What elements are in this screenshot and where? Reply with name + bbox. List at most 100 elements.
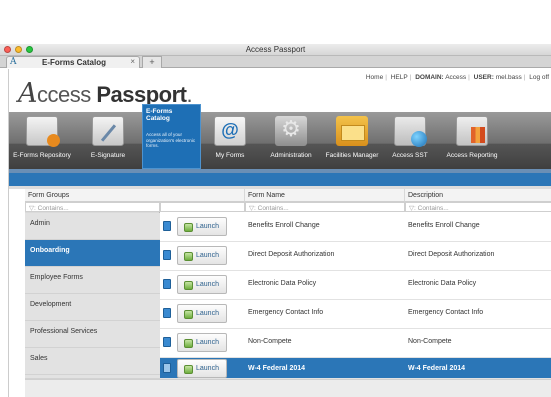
group-item[interactable]: Admin [25, 213, 160, 240]
domain-label: DOMAIN: [415, 74, 444, 81]
launch-button[interactable]: Launch [177, 359, 227, 378]
nav-label: My Forms [215, 152, 245, 159]
form-name-cell: Emergency Contact Info [248, 309, 324, 316]
form-groups-header: Form Groups [25, 189, 160, 202]
form-name-cell: Benefits Enroll Change [248, 222, 320, 229]
description-cell: W-4 Federal 2014 [408, 365, 466, 372]
nav-label: Facilities Manager [325, 152, 379, 159]
nav-label: E-Signature [90, 152, 126, 159]
domain-value: Access [445, 74, 467, 81]
group-item[interactable]: Sales [25, 348, 160, 375]
nav-label: Administration [270, 152, 312, 159]
filter-icon: ▽: [29, 205, 36, 212]
toolbar-band [9, 173, 551, 186]
forms-repository-icon [26, 116, 60, 147]
form-doc-icon[interactable] [163, 363, 171, 373]
form-name-column-header[interactable]: Form Name [245, 189, 405, 202]
nav-access-sst[interactable]: Access SST [380, 112, 440, 169]
form-name-cell: Non-Compete [248, 338, 292, 345]
form-doc-icon[interactable] [163, 221, 171, 231]
description-cell: Emergency Contact Info [408, 309, 484, 316]
table-row[interactable]: Launch Emergency Contact Info Emergency … [160, 300, 551, 329]
nav-access-reporting[interactable]: Access Reporting [440, 112, 504, 169]
browser-tab-eforms-catalog[interactable]: A E-Forms Catalog × [6, 56, 140, 68]
description-cell: Electronic Data Policy [408, 280, 477, 287]
blank-filter-cell [160, 202, 245, 212]
launch-icon [184, 252, 193, 261]
email-at-icon [214, 116, 246, 146]
description-filter-input[interactable]: ▽: Contains... [405, 202, 551, 212]
launch-button[interactable]: Launch [177, 217, 227, 236]
window-title: Access Passport [245, 45, 306, 54]
catalog-title: E-Forms Catalog [146, 108, 173, 122]
description-cell: Direct Deposit Authorization [408, 251, 495, 258]
group-item[interactable]: Development [25, 294, 160, 321]
catalog-description: Access all of your organization's electr… [146, 132, 196, 148]
footer-strip [25, 379, 551, 397]
launch-button[interactable]: Launch [177, 275, 227, 294]
launch-icon [184, 365, 193, 374]
filter-placeholder: Contains... [417, 205, 449, 212]
logout-link[interactable]: Log off [529, 74, 549, 81]
form-doc-icon[interactable] [163, 279, 171, 289]
table-row[interactable]: Launch Direct Deposit Authorization Dire… [160, 242, 551, 271]
nav-label: Access SST [392, 152, 428, 159]
launch-button[interactable]: Launch [177, 304, 227, 323]
nav-label: E-Forms Repository [13, 152, 71, 159]
home-link[interactable]: Home [366, 74, 383, 81]
form-doc-icon[interactable] [163, 308, 171, 318]
window-titlebar: Access Passport [0, 44, 551, 56]
page: Home | HELP | DOMAIN: Access | USER: mel.ba… [8, 69, 551, 397]
nav-eforms-repository[interactable]: E-Forms Repository [9, 112, 75, 169]
launch-icon [184, 281, 193, 290]
folders-icon [336, 116, 368, 146]
table-row[interactable]: Launch Non-Compete Non-Compete [160, 329, 551, 358]
groups-filter-input[interactable]: ▽: Contains... [25, 202, 160, 212]
group-item-selected[interactable]: Onboarding [25, 240, 160, 267]
table-row-selected[interactable]: Launch W-4 Federal 2014 W-4 Federal 2014 [160, 358, 551, 379]
description-column-header[interactable]: Description [405, 189, 551, 202]
browser-tab-label: E-Forms Catalog [41, 58, 106, 67]
description-cell: Benefits Enroll Change [408, 222, 480, 229]
form-name-cell: W-4 Federal 2014 [248, 365, 306, 372]
nav-eforms-catalog-active[interactable]: E-Forms Catalog Access all of your organ… [142, 104, 201, 169]
globe-icon [394, 116, 427, 147]
forms-table: Form Name Description ▽: Contains... ▽: … [160, 189, 551, 379]
form-doc-icon[interactable] [163, 250, 171, 260]
browser-tab-bar: A E-Forms Catalog × + [0, 56, 551, 68]
signature-icon [92, 116, 124, 146]
main-nav: E-Forms Repository E-Signature My Forms … [9, 112, 551, 169]
gear-icon [275, 116, 307, 146]
tab-close-icon[interactable]: × [130, 57, 135, 66]
launch-icon [184, 223, 193, 232]
nav-label: Access Reporting [446, 152, 498, 159]
table-row[interactable]: Launch Electronic Data Policy Electronic… [160, 271, 551, 300]
user-value: mel.bass [495, 74, 522, 81]
launch-button[interactable]: Launch [177, 246, 227, 265]
filter-icon: ▽: [249, 205, 256, 212]
form-groups-panel: Form Groups ▽: Contains... Admin Onboard… [25, 189, 160, 379]
form-doc-icon[interactable] [163, 337, 171, 347]
filter-icon: ▽: [409, 205, 416, 212]
launch-icon [184, 310, 193, 319]
group-item[interactable]: Employee Forms [25, 267, 160, 294]
nav-my-forms[interactable]: My Forms [202, 112, 258, 169]
description-cell: Non-Compete [408, 338, 452, 345]
nav-facilities-manager[interactable]: Facilities Manager [324, 112, 380, 169]
table-row[interactable]: Launch Benefits Enroll Change Benefits E… [160, 213, 551, 242]
launch-icon [184, 339, 193, 348]
group-item[interactable]: Professional Services [25, 321, 160, 348]
report-icon [456, 116, 488, 146]
filter-placeholder: Contains... [257, 205, 289, 212]
form-name-cell: Electronic Data Policy [248, 280, 317, 287]
help-link[interactable]: HELP [391, 74, 408, 81]
launch-button[interactable]: Launch [177, 333, 227, 352]
form-name-filter-input[interactable]: ▽: Contains... [245, 202, 405, 212]
nav-administration[interactable]: Administration [258, 112, 324, 169]
new-tab-button[interactable]: + [142, 56, 162, 68]
nav-esignature[interactable]: E-Signature [75, 112, 141, 169]
form-name-cell: Direct Deposit Authorization [248, 251, 335, 258]
user-label: USER: [473, 74, 494, 81]
filter-placeholder: Contains... [37, 205, 69, 212]
icon-column-header [160, 189, 245, 202]
